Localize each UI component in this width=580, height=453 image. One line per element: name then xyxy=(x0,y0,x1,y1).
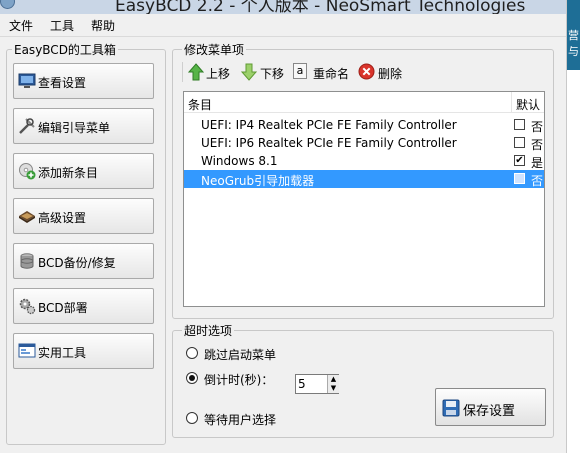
gears-icon xyxy=(19,298,36,315)
list-item[interactable]: UEFI: IP4 Realtek PCIe FE Family Control… xyxy=(184,116,544,134)
move-down-button[interactable]: 下移 xyxy=(241,63,289,81)
default-checkbox[interactable] xyxy=(514,173,525,184)
list-item-selected[interactable]: NeoGrub引导加载器 否 xyxy=(184,170,544,188)
save-icon xyxy=(442,399,460,417)
countdown-radio[interactable] xyxy=(186,372,198,384)
background-window-edge: 营 与 xyxy=(566,0,580,453)
countdown-stepper[interactable]: ▲ ▼ xyxy=(295,374,339,394)
menu-bar: 文件 工具 帮助 xyxy=(0,14,566,37)
column-entry[interactable]: 条目 xyxy=(188,96,212,113)
edit-boot-menu-button[interactable]: 编辑引导菜单 xyxy=(13,108,154,144)
view-settings-button[interactable]: 查看设置 xyxy=(13,63,154,99)
monitor-icon xyxy=(18,73,36,88)
toolbox-title: EasyBCD的工具箱 xyxy=(12,41,118,58)
tools-icon xyxy=(19,118,35,134)
bcd-backup-repair-button[interactable]: BCD备份/修复 xyxy=(13,243,154,279)
edge-char-1: 营 xyxy=(568,29,579,42)
list-header: 条目 默认 xyxy=(184,92,544,113)
skip-menu-label: 跳过启动菜单 xyxy=(204,348,277,362)
list-item[interactable]: UEFI: IP6 Realtek PCIe FE Family Control… xyxy=(184,134,544,152)
delete-icon xyxy=(358,63,375,80)
window-title: EasyBCD 2.2 - 个人版本 - NeoSmart Technologi… xyxy=(115,0,526,14)
edge-char-2: 与 xyxy=(568,45,579,58)
menu-help[interactable]: 帮助 xyxy=(91,17,115,34)
menu-tools[interactable]: 工具 xyxy=(50,17,74,34)
advanced-settings-button[interactable]: 高级设置 xyxy=(13,198,154,234)
bcd-deploy-button[interactable]: BCD部署 xyxy=(13,288,154,324)
arrow-up-icon xyxy=(188,63,204,81)
menu-file[interactable]: 文件 xyxy=(9,17,33,34)
utilities-button[interactable]: 实用工具 xyxy=(13,333,154,369)
background-window-bar: 营 与 xyxy=(567,0,580,70)
list-item[interactable]: Windows 8.1 ✔ 是 xyxy=(184,152,544,170)
default-checkbox[interactable] xyxy=(514,119,525,130)
delete-button[interactable]: 删除 xyxy=(358,63,406,81)
arrow-down-icon xyxy=(241,63,257,81)
default-checkbox[interactable]: ✔ xyxy=(514,155,525,166)
app-icon xyxy=(0,0,15,9)
boot-entry-list[interactable]: 条目 默认 UEFI: IP4 Realtek PCIe FE Family C… xyxy=(183,91,545,307)
chip-icon xyxy=(19,211,35,223)
move-up-button[interactable]: 上移 xyxy=(188,63,236,81)
database-icon xyxy=(20,253,34,269)
rename-button[interactable]: a 重命名 xyxy=(293,63,353,81)
window-tools-icon xyxy=(18,343,36,358)
edit-menu-title: 修改菜单项 xyxy=(182,41,247,58)
countdown-label: 倒计时(秒)： xyxy=(204,373,274,387)
title-bar: EasyBCD 2.2 - 个人版本 - NeoSmart Technologi… xyxy=(0,0,566,14)
save-settings-button[interactable]: 保存设置 xyxy=(435,388,546,426)
column-divider xyxy=(511,92,512,112)
countdown-input[interactable] xyxy=(298,376,324,391)
wait-user-label: 等待用户选择 xyxy=(204,413,277,427)
rename-icon: a xyxy=(293,63,307,79)
default-checkbox[interactable] xyxy=(514,137,525,148)
toolbar-grip xyxy=(182,62,183,82)
add-entry-button[interactable]: 添加新条目 xyxy=(13,153,154,189)
skip-menu-radio[interactable] xyxy=(186,347,198,359)
wait-user-radio[interactable] xyxy=(186,412,198,424)
timeout-title: 超时选项 xyxy=(182,322,235,339)
column-default[interactable]: 默认 xyxy=(516,96,540,113)
add-disc-icon xyxy=(19,163,36,180)
spin-down-icon[interactable]: ▼ xyxy=(327,384,339,393)
